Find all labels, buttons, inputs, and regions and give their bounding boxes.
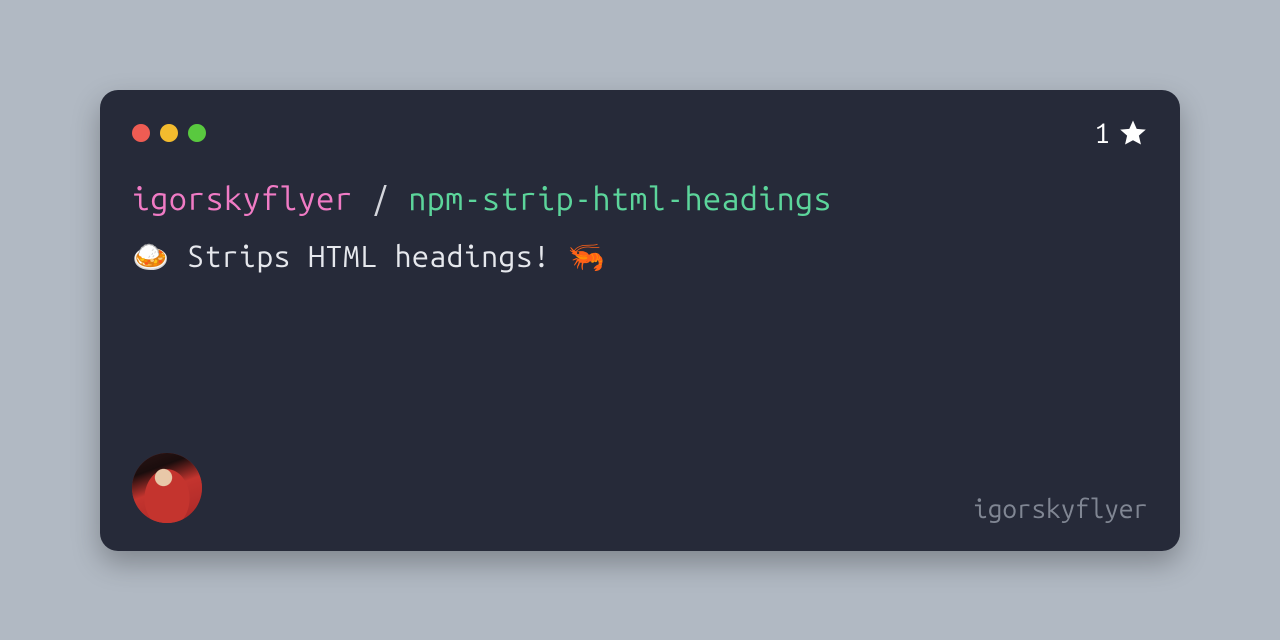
avatar-image: [132, 453, 202, 523]
star-count: 1: [1094, 118, 1148, 149]
repo-owner[interactable]: igorskyflyer: [132, 181, 353, 217]
star-icon: [1118, 118, 1148, 148]
repo-title: igorskyflyer / npm-strip-html-headings: [132, 181, 1148, 217]
username-label[interactable]: igorskyflyer: [973, 494, 1148, 523]
traffic-lights: [132, 124, 206, 142]
repo-description: 🍛 Strips HTML headings! 🦐: [132, 239, 1148, 275]
card-footer: igorskyflyer: [132, 453, 1148, 523]
star-count-value: 1: [1094, 118, 1110, 149]
maximize-icon[interactable]: [188, 124, 206, 142]
repo-card: 1 igorskyflyer / npm-strip-html-headings…: [100, 90, 1180, 551]
card-header: 1: [132, 118, 1148, 149]
repo-separator: /: [353, 181, 408, 217]
avatar[interactable]: [132, 453, 202, 523]
close-icon[interactable]: [132, 124, 150, 142]
repo-name[interactable]: npm-strip-html-headings: [408, 181, 832, 217]
minimize-icon[interactable]: [160, 124, 178, 142]
